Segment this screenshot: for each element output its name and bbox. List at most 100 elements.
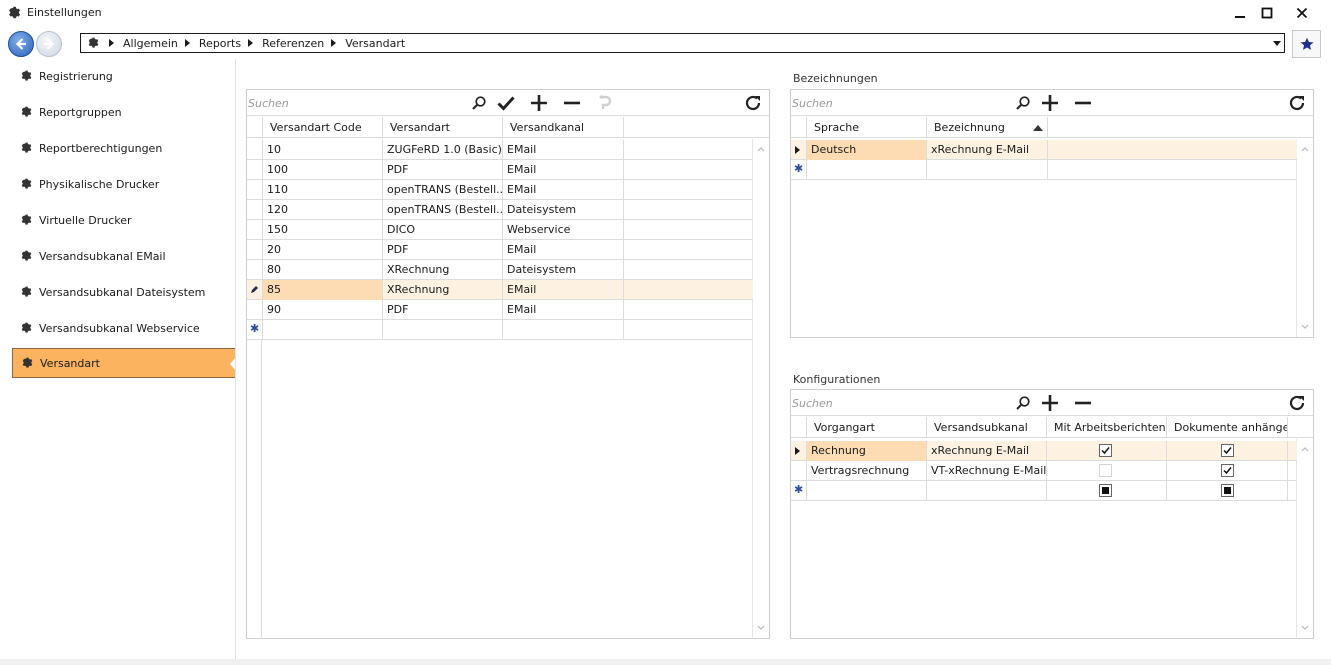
sidebar-item-reportberechtigungen[interactable]: Reportberechtigungen bbox=[12, 133, 236, 163]
cell-versandart-code[interactable]: 80 bbox=[263, 260, 383, 280]
dokumente-anhaengen-checkbox[interactable] bbox=[1221, 484, 1234, 497]
mit-arbeitsberichten-checkbox[interactable] bbox=[1099, 444, 1112, 457]
cell-versandsubkanal[interactable]: VT-xRechnung E-Mail bbox=[927, 461, 1047, 481]
close-button[interactable] bbox=[1285, 2, 1319, 24]
new-row[interactable]: ✱ bbox=[791, 481, 1297, 501]
breadcrumb-item-allgemein[interactable]: Allgemein bbox=[123, 37, 178, 50]
breadcrumb-separator-icon[interactable] bbox=[248, 39, 254, 47]
breadcrumb[interactable]: Allgemein Reports Referenzen Versandart bbox=[80, 33, 1285, 53]
column-header-versandart-code[interactable]: Versandart Code bbox=[263, 117, 383, 138]
cell-versandart-code[interactable]: 100 bbox=[263, 160, 383, 180]
chevron-up-icon[interactable] bbox=[1301, 445, 1309, 453]
table-row[interactable]: Vertragsrechnung VT-xRechnung E-Mail bbox=[791, 461, 1297, 481]
breadcrumb-item-versandart[interactable]: Versandart bbox=[345, 37, 405, 50]
sidebar-item-reportgruppen[interactable]: Reportgruppen bbox=[12, 97, 236, 127]
chevron-up-icon[interactable] bbox=[1301, 145, 1309, 153]
cell-vorgangart[interactable]: Rechnung bbox=[807, 441, 927, 461]
new-row[interactable]: ✱ bbox=[791, 160, 1297, 180]
cell-mit-arbeitsberichten[interactable] bbox=[1047, 481, 1167, 501]
cell-versandart[interactable]: PDF bbox=[383, 160, 503, 180]
table-row[interactable]: 90 PDF EMail bbox=[247, 300, 753, 320]
cell-versandart-code[interactable]: 90 bbox=[263, 300, 383, 320]
cell-versandkanal[interactable]: Dateisystem bbox=[503, 200, 624, 220]
column-header-mit-arbeitsberichten[interactable]: Mit Arbeitsberichten bbox=[1047, 417, 1167, 438]
versandart-search-input[interactable]: Suchen bbox=[248, 93, 488, 113]
cell-sprache[interactable]: Deutsch bbox=[807, 140, 927, 160]
new-row[interactable]: ✱ bbox=[247, 320, 753, 340]
cell-versandsubkanal[interactable]: xRechnung E-Mail bbox=[927, 441, 1047, 461]
cell-versandsubkanal[interactable] bbox=[927, 481, 1047, 501]
add-button[interactable] bbox=[529, 93, 549, 113]
cell-bezeichnung[interactable] bbox=[927, 160, 1048, 180]
bezeichnungen-scrollbar[interactable] bbox=[1296, 139, 1313, 337]
cell-versandart-code[interactable]: 10 bbox=[263, 140, 383, 160]
column-header-vorgangart[interactable]: Vorgangart bbox=[807, 417, 927, 438]
sidebar-item-registrierung[interactable]: Registrierung bbox=[12, 61, 236, 91]
cell-versandart-code[interactable]: 20 bbox=[263, 240, 383, 260]
sidebar-item-physikalische-drucker[interactable]: Physikalische Drucker bbox=[12, 169, 236, 199]
remove-button[interactable] bbox=[1073, 393, 1093, 413]
cell-versandkanal[interactable]: Webservice bbox=[503, 220, 624, 240]
breadcrumb-item-reports[interactable]: Reports bbox=[199, 37, 241, 50]
sidebar-item-versandsubkanal-email[interactable]: Versandsubkanal EMail bbox=[12, 241, 236, 271]
table-row[interactable]: 150 DICO Webservice bbox=[247, 220, 753, 240]
sidebar-item-versandsubkanal-dateisystem[interactable]: Versandsubkanal Dateisystem bbox=[12, 277, 236, 307]
refresh-button[interactable] bbox=[1287, 393, 1307, 413]
chevron-up-icon[interactable] bbox=[757, 145, 765, 153]
cell-versandart[interactable]: PDF bbox=[383, 240, 503, 260]
cell-vorgangart[interactable] bbox=[807, 481, 927, 501]
cell-versandart[interactable] bbox=[383, 320, 503, 340]
cell-versandkanal[interactable]: EMail bbox=[503, 240, 624, 260]
sidebar-item-virtuelle-drucker[interactable]: Virtuelle Drucker bbox=[12, 205, 236, 235]
remove-button[interactable] bbox=[562, 93, 582, 113]
cell-versandart[interactable]: PDF bbox=[383, 300, 503, 320]
add-button[interactable] bbox=[1040, 93, 1060, 113]
sidebar-item-versandart[interactable]: Versandart bbox=[12, 348, 236, 378]
dropdown-arrow-icon[interactable] bbox=[1273, 41, 1281, 46]
sidebar-item-versandsubkanal-webservice[interactable]: Versandsubkanal Webservice bbox=[12, 313, 236, 343]
cell-versandkanal[interactable]: EMail bbox=[503, 160, 624, 180]
cell-versandkanal[interactable]: Dateisystem bbox=[503, 260, 624, 280]
column-header-versandkanal[interactable]: Versandkanal bbox=[503, 117, 624, 138]
table-row[interactable]: 80 XRechnung Dateisystem bbox=[247, 260, 753, 280]
chevron-down-icon[interactable] bbox=[1301, 323, 1309, 331]
column-header-dokumente-anhaengen[interactable]: Dokumente anhängen bbox=[1167, 417, 1288, 438]
search-icon[interactable] bbox=[1013, 393, 1033, 413]
table-row-selected[interactable]: Deutsch xRechnung E-Mail bbox=[791, 140, 1297, 160]
refresh-button[interactable] bbox=[1287, 93, 1307, 113]
cell-versandkanal[interactable]: EMail bbox=[503, 280, 624, 300]
chevron-down-icon[interactable] bbox=[757, 624, 765, 632]
breadcrumb-item-referenzen[interactable]: Referenzen bbox=[262, 37, 324, 50]
cell-sprache[interactable] bbox=[807, 160, 927, 180]
cell-versandart-code[interactable]: 150 bbox=[263, 220, 383, 240]
cell-versandart[interactable]: ZUGFeRD 1.0 (Basic) bbox=[383, 140, 503, 160]
cell-versandart[interactable]: DICO bbox=[383, 220, 503, 240]
breadcrumb-separator-icon[interactable] bbox=[109, 39, 114, 47]
table-row[interactable]: 100 PDF EMail bbox=[247, 160, 753, 180]
cell-versandart[interactable]: openTRANS (Bestell... bbox=[383, 180, 503, 200]
search-icon[interactable] bbox=[469, 93, 489, 113]
refresh-button[interactable] bbox=[743, 93, 763, 113]
table-row[interactable]: 110 openTRANS (Bestell... EMail bbox=[247, 180, 753, 200]
favorite-button[interactable] bbox=[1292, 30, 1321, 58]
chevron-down-icon[interactable] bbox=[1301, 624, 1309, 632]
dokumente-anhaengen-checkbox[interactable] bbox=[1221, 464, 1234, 477]
versandart-scrollbar[interactable] bbox=[752, 139, 769, 638]
column-header-sprache[interactable]: Sprache bbox=[807, 117, 927, 138]
cell-versandkanal[interactable]: EMail bbox=[503, 300, 624, 320]
cell-versandart[interactable]: XRechnung bbox=[383, 280, 503, 300]
maximize-button[interactable] bbox=[1250, 2, 1284, 24]
cell-versandart-code[interactable]: 85 bbox=[263, 280, 383, 300]
cell-versandkanal[interactable]: EMail bbox=[503, 140, 624, 160]
breadcrumb-separator-icon[interactable] bbox=[184, 39, 190, 47]
cell-versandart-code[interactable]: 120 bbox=[263, 200, 383, 220]
cell-dokumente-anhaengen[interactable] bbox=[1167, 481, 1288, 501]
cell-dokumente-anhaengen[interactable] bbox=[1167, 441, 1288, 461]
sort-ascending-icon[interactable] bbox=[1033, 125, 1043, 131]
search-icon[interactable] bbox=[1013, 93, 1033, 113]
table-row[interactable]: 20 PDF EMail bbox=[247, 240, 753, 260]
undo-button[interactable] bbox=[595, 93, 615, 113]
mit-arbeitsberichten-checkbox[interactable] bbox=[1099, 484, 1112, 497]
bezeichnungen-search-input[interactable]: Suchen bbox=[792, 93, 1017, 113]
column-header-bezeichnung[interactable]: Bezeichnung bbox=[927, 117, 1048, 138]
